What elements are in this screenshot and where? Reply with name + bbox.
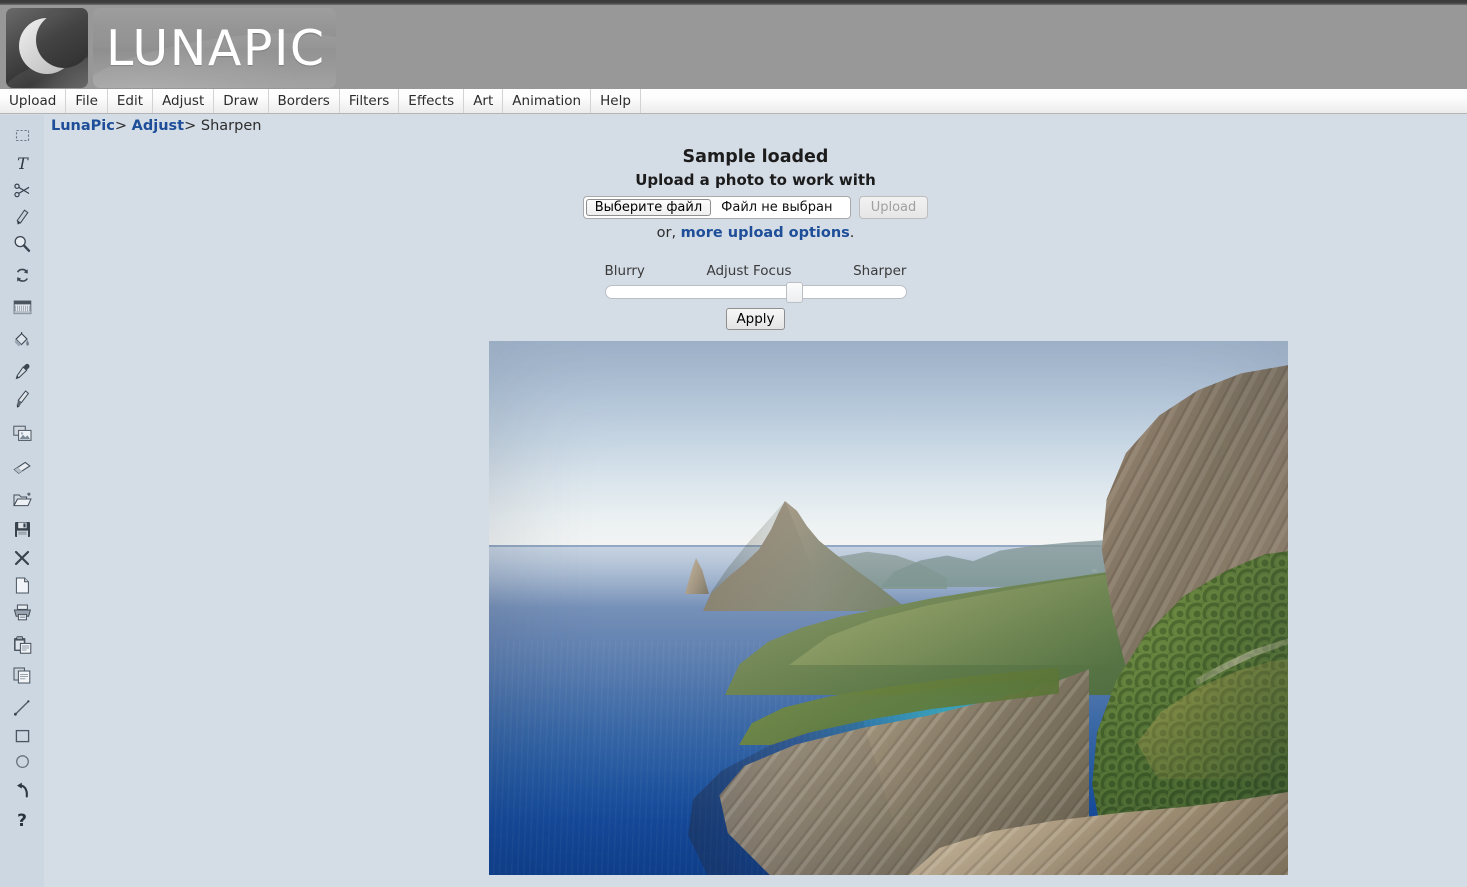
paintbrush-icon[interactable] (0, 383, 44, 414)
marquee-select-icon[interactable] (0, 120, 44, 151)
more-upload-options-link[interactable]: more upload options (681, 225, 850, 241)
breadcrumb-separator-1: > (114, 118, 128, 134)
or-text: or, (656, 224, 681, 241)
menu-upload[interactable]: Upload (0, 89, 67, 113)
lunapic-logo[interactable]: LUNAPIC (6, 8, 336, 88)
focus-slider[interactable] (604, 281, 907, 303)
apply-row: Apply (605, 307, 907, 330)
upload-row: Выберите файл Файл не выбран Upload (44, 195, 1467, 219)
upload-button[interactable]: Upload (858, 195, 929, 219)
upload-panel: Sample loaded Upload a photo to work wit… (44, 147, 1467, 330)
site-header: LUNAPIC (0, 5, 1467, 89)
line-tool-icon[interactable] (0, 692, 44, 723)
file-input[interactable]: Выберите файл Файл не выбран (582, 195, 851, 219)
film-strip-icon[interactable] (0, 292, 44, 323)
open-folder-icon[interactable] (0, 484, 44, 515)
menu-effects[interactable]: Effects (399, 89, 465, 113)
magnifier-zoom-icon[interactable] (0, 228, 44, 259)
paint-bucket-icon[interactable] (0, 324, 44, 355)
menu-help[interactable]: Help (591, 89, 641, 113)
focus-slider-block: Blurry Adjust Focus Sharper Apply (604, 263, 907, 330)
menu-filters[interactable]: Filters (340, 89, 400, 113)
menu-borders[interactable]: Borders (269, 89, 340, 113)
menu-art[interactable]: Art (464, 89, 504, 113)
layers-images-icon[interactable] (0, 418, 44, 449)
tools-sidebar[interactable]: T ? (0, 115, 44, 887)
breadcrumb-adjust-link[interactable]: Adjust (132, 118, 184, 134)
ellipse-tool-icon[interactable] (0, 746, 44, 777)
slider-label-blurry: Blurry (604, 262, 645, 279)
main-menu-bar[interactable]: Upload File Edit Adjust Draw Borders Fil… (0, 89, 1467, 114)
menu-file[interactable]: File (66, 89, 108, 113)
breadcrumb-current-page: Sharpen (200, 118, 262, 134)
undo-arrow-icon[interactable] (0, 775, 44, 806)
focus-slider-labels: Blurry Adjust Focus Sharper (605, 263, 907, 279)
status-title: Sample loaded (682, 147, 829, 167)
menu-edit[interactable]: Edit (108, 89, 154, 113)
copy-duplicate-icon[interactable] (0, 660, 44, 691)
focus-slider-track[interactable] (604, 284, 907, 299)
period-text: . (849, 224, 855, 241)
menu-adjust[interactable]: Adjust (153, 89, 215, 113)
status-subtitle: Upload a photo to work with (635, 170, 876, 189)
logo-wordmark: LUNAPIC (106, 19, 326, 77)
help-question-icon[interactable]: ? (0, 804, 44, 835)
menu-animation[interactable]: Animation (503, 89, 592, 113)
svg-text:T: T (17, 155, 29, 172)
slider-label-adjust-focus: Adjust Focus (706, 262, 792, 279)
file-name-label: Файл не выбран (721, 199, 833, 215)
image-canvas[interactable] (489, 341, 1288, 875)
rotate-arrows-icon[interactable] (0, 260, 44, 291)
crescent-moon-icon (6, 8, 88, 88)
breadcrumb: LunaPic> Adjust> Sharpen (51, 118, 261, 134)
editor-work-area: LunaPic> Adjust> Sharpen Sample loaded U… (44, 115, 1467, 887)
apply-button[interactable]: Apply (726, 307, 785, 330)
slider-label-sharper: Sharper (853, 262, 907, 279)
svg-text:?: ? (17, 811, 27, 829)
more-upload-options-row: or, more upload options. (44, 225, 1467, 241)
save-floppy-icon[interactable] (0, 514, 44, 545)
breadcrumb-separator-2: > (184, 118, 197, 134)
printer-icon[interactable] (0, 597, 44, 628)
paste-clipboard-icon[interactable] (0, 629, 44, 660)
file-browse-button[interactable]: Выберите файл (585, 198, 712, 216)
menu-draw[interactable]: Draw (214, 89, 269, 113)
logo-plate: LUNAPIC (93, 8, 336, 88)
breadcrumb-home-link[interactable]: LunaPic (51, 118, 115, 134)
eraser-icon[interactable] (0, 452, 44, 483)
focus-slider-thumb[interactable] (786, 281, 804, 303)
close-x-icon[interactable] (0, 542, 44, 573)
